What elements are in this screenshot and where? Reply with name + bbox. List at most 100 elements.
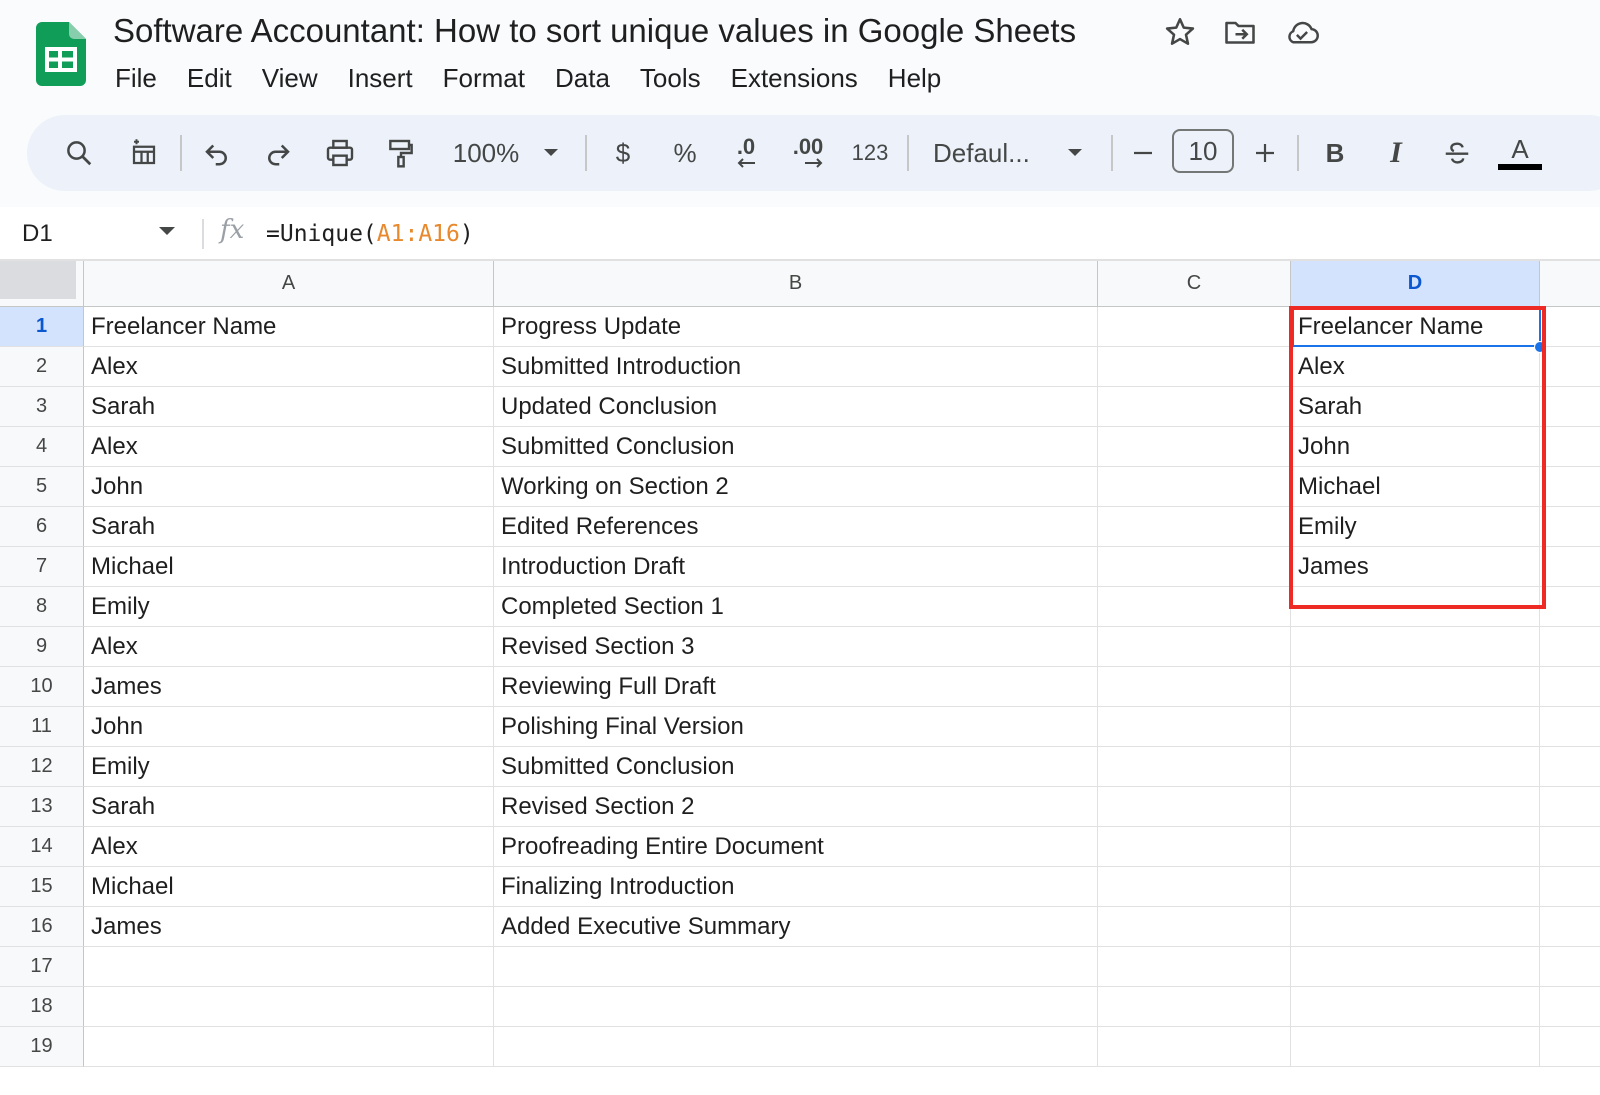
zoom-select[interactable]: 100% bbox=[447, 115, 525, 191]
cell-c2[interactable] bbox=[1098, 347, 1291, 387]
cell-next-column[interactable] bbox=[1540, 427, 1600, 467]
row-header-19[interactable]: 19 bbox=[0, 1027, 84, 1067]
cell-next-column[interactable] bbox=[1540, 867, 1600, 907]
column-header-d[interactable]: D bbox=[1291, 261, 1540, 307]
cell-next-column[interactable] bbox=[1540, 827, 1600, 867]
cell-b2[interactable]: Submitted Introduction bbox=[494, 347, 1098, 387]
cell-a17[interactable] bbox=[84, 947, 494, 987]
cell-c1[interactable] bbox=[1098, 307, 1291, 347]
font-size-input[interactable]: 10 bbox=[1172, 129, 1234, 173]
cell-d19[interactable] bbox=[1291, 1027, 1540, 1067]
row-header-4[interactable]: 4 bbox=[0, 427, 84, 467]
cell-d15[interactable] bbox=[1291, 867, 1540, 907]
cell-d6[interactable]: Emily bbox=[1291, 507, 1540, 547]
cell-b14[interactable]: Proofreading Entire Document bbox=[494, 827, 1098, 867]
cell-d4[interactable]: John bbox=[1291, 427, 1540, 467]
zoom-dropdown-icon[interactable] bbox=[539, 115, 563, 191]
fill-handle[interactable] bbox=[1534, 341, 1546, 353]
cell-b5[interactable]: Working on Section 2 bbox=[494, 467, 1098, 507]
cell-next-column[interactable] bbox=[1540, 987, 1600, 1027]
cell-b8[interactable]: Completed Section 1 bbox=[494, 587, 1098, 627]
column-header-next[interactable] bbox=[1540, 261, 1600, 307]
menu-edit[interactable]: Edit bbox=[172, 58, 247, 98]
cell-d7[interactable]: James bbox=[1291, 547, 1540, 587]
cell-d14[interactable] bbox=[1291, 827, 1540, 867]
paint-format-icon[interactable] bbox=[379, 115, 423, 191]
cell-c6[interactable] bbox=[1098, 507, 1291, 547]
cell-c17[interactable] bbox=[1098, 947, 1291, 987]
cell-d3[interactable]: Sarah bbox=[1291, 387, 1540, 427]
cell-b13[interactable]: Revised Section 2 bbox=[494, 787, 1098, 827]
cell-c9[interactable] bbox=[1098, 627, 1291, 667]
cell-next-column[interactable] bbox=[1540, 907, 1600, 947]
cell-b17[interactable] bbox=[494, 947, 1098, 987]
format-currency-button[interactable]: $ bbox=[601, 115, 645, 191]
column-header-b[interactable]: B bbox=[494, 261, 1098, 307]
cell-c14[interactable] bbox=[1098, 827, 1291, 867]
bold-button[interactable]: B bbox=[1313, 115, 1357, 191]
cell-next-column[interactable] bbox=[1540, 547, 1600, 587]
strikethrough-icon[interactable] bbox=[1435, 115, 1479, 191]
cell-next-column[interactable] bbox=[1540, 627, 1600, 667]
cell-a19[interactable] bbox=[84, 1027, 494, 1067]
cell-c8[interactable] bbox=[1098, 587, 1291, 627]
menu-help[interactable]: Help bbox=[873, 58, 956, 98]
cell-a6[interactable]: Sarah bbox=[84, 507, 494, 547]
cell-a1[interactable]: Freelancer Name bbox=[84, 307, 494, 347]
cell-b18[interactable] bbox=[494, 987, 1098, 1027]
cell-c18[interactable] bbox=[1098, 987, 1291, 1027]
cell-d17[interactable] bbox=[1291, 947, 1540, 987]
cell-a14[interactable]: Alex bbox=[84, 827, 494, 867]
cell-d2[interactable]: Alex bbox=[1291, 347, 1540, 387]
cell-d12[interactable] bbox=[1291, 747, 1540, 787]
cell-a16[interactable]: James bbox=[84, 907, 494, 947]
document-title[interactable]: Software Accountant: How to sort unique … bbox=[113, 9, 1076, 53]
cell-d16[interactable] bbox=[1291, 907, 1540, 947]
undo-icon[interactable] bbox=[195, 115, 239, 191]
font-family-select[interactable]: Defaul... bbox=[933, 115, 1053, 191]
row-header-6[interactable]: 6 bbox=[0, 507, 84, 547]
star-icon[interactable] bbox=[1162, 14, 1198, 50]
column-header-c[interactable]: C bbox=[1098, 261, 1291, 307]
cell-a2[interactable]: Alex bbox=[84, 347, 494, 387]
menu-data[interactable]: Data bbox=[540, 58, 625, 98]
cell-b12[interactable]: Submitted Conclusion bbox=[494, 747, 1098, 787]
cell-d8[interactable] bbox=[1291, 587, 1540, 627]
row-header-14[interactable]: 14 bbox=[0, 827, 84, 867]
cell-b7[interactable]: Introduction Draft bbox=[494, 547, 1098, 587]
cell-c11[interactable] bbox=[1098, 707, 1291, 747]
print-icon[interactable] bbox=[318, 115, 362, 191]
decrease-decimal-button[interactable]: .0 bbox=[721, 115, 771, 191]
cell-b3[interactable]: Updated Conclusion bbox=[494, 387, 1098, 427]
row-header-3[interactable]: 3 bbox=[0, 387, 84, 427]
row-header-17[interactable]: 17 bbox=[0, 947, 84, 987]
cell-next-column[interactable] bbox=[1540, 747, 1600, 787]
cell-c5[interactable] bbox=[1098, 467, 1291, 507]
cell-b4[interactable]: Submitted Conclusion bbox=[494, 427, 1098, 467]
row-header-12[interactable]: 12 bbox=[0, 747, 84, 787]
cell-a5[interactable]: John bbox=[84, 467, 494, 507]
search-menus-icon[interactable] bbox=[57, 115, 101, 191]
cell-b11[interactable]: Polishing Final Version bbox=[494, 707, 1098, 747]
cell-next-column[interactable] bbox=[1540, 587, 1600, 627]
column-header-a[interactable]: A bbox=[84, 261, 494, 307]
cell-next-column[interactable] bbox=[1540, 467, 1600, 507]
cell-b19[interactable] bbox=[494, 1027, 1098, 1067]
menu-file[interactable]: File bbox=[100, 58, 172, 98]
cell-next-column[interactable] bbox=[1540, 707, 1600, 747]
cell-c3[interactable] bbox=[1098, 387, 1291, 427]
cell-b16[interactable]: Added Executive Summary bbox=[494, 907, 1098, 947]
cell-c4[interactable] bbox=[1098, 427, 1291, 467]
cell-b10[interactable]: Reviewing Full Draft bbox=[494, 667, 1098, 707]
row-header-2[interactable]: 2 bbox=[0, 347, 84, 387]
cell-a15[interactable]: Michael bbox=[84, 867, 494, 907]
cell-next-column[interactable] bbox=[1540, 787, 1600, 827]
increase-font-size-icon[interactable] bbox=[1247, 115, 1283, 191]
cell-d11[interactable] bbox=[1291, 707, 1540, 747]
row-header-18[interactable]: 18 bbox=[0, 987, 84, 1027]
row-header-5[interactable]: 5 bbox=[0, 467, 84, 507]
name-box[interactable]: D1 bbox=[22, 217, 53, 251]
row-header-15[interactable]: 15 bbox=[0, 867, 84, 907]
sheets-logo-icon[interactable] bbox=[36, 22, 86, 91]
row-header-13[interactable]: 13 bbox=[0, 787, 84, 827]
